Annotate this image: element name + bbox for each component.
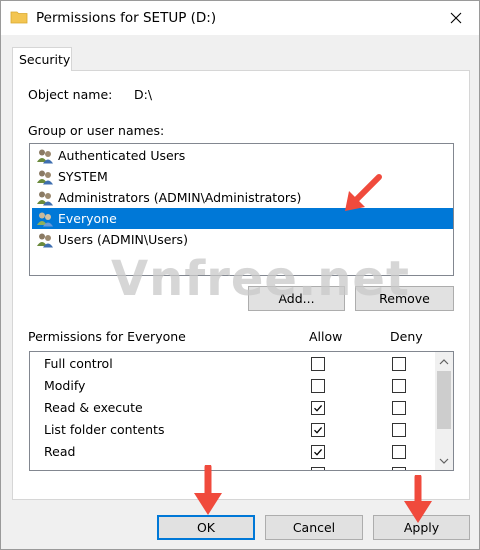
permission-row: List folder contents: [30, 419, 434, 441]
cancel-button[interactable]: Cancel: [265, 515, 363, 540]
allow-checkbox[interactable]: [311, 467, 325, 470]
list-item[interactable]: Authenticated Users: [32, 145, 453, 166]
group-names-label: Group or user names:: [28, 123, 165, 138]
scroll-up-arrow[interactable]: [435, 353, 453, 370]
scroll-down-arrow[interactable]: [435, 452, 453, 469]
deny-header: Deny: [390, 329, 423, 344]
allow-header: Allow: [309, 329, 343, 344]
allow-checkbox[interactable]: [311, 423, 325, 437]
checkmark-icon: [314, 404, 323, 412]
permission-row: Modify: [30, 375, 434, 397]
permission-name: Modify: [44, 378, 86, 393]
annotation-arrow-icon: [404, 475, 432, 523]
permissions-label: Permissions for Everyone: [28, 329, 186, 344]
deny-checkbox[interactable]: [392, 445, 406, 459]
user-group-icon: [37, 233, 53, 247]
ok-button[interactable]: OK: [157, 515, 255, 540]
user-group-icon: [37, 212, 53, 226]
permission-row: Read & execute: [30, 397, 434, 419]
list-item-selected[interactable]: Everyone: [32, 208, 453, 229]
allow-checkbox[interactable]: [311, 401, 325, 415]
title-bar: Permissions for SETUP (D:): [1, 1, 479, 35]
tab-security[interactable]: Security: [12, 47, 72, 71]
allow-checkbox[interactable]: [311, 445, 325, 459]
permission-name: Read & execute: [44, 400, 143, 415]
permission-name: Read: [44, 444, 76, 459]
user-name: Everyone: [58, 211, 117, 226]
folder-icon: [10, 11, 28, 24]
allow-checkbox[interactable]: [311, 357, 325, 371]
user-group-icon: [37, 149, 53, 163]
user-name: Users (ADMIN\Users): [58, 232, 188, 247]
deny-checkbox[interactable]: [392, 401, 406, 415]
checkmark-icon: [314, 426, 323, 434]
permission-row-partial: [30, 463, 434, 470]
close-button[interactable]: [433, 1, 479, 35]
scroll-thumb[interactable]: [437, 371, 451, 429]
deny-checkbox[interactable]: [392, 379, 406, 393]
user-group-icon: [37, 170, 53, 184]
list-item[interactable]: SYSTEM: [32, 166, 453, 187]
permission-name: List folder contents: [44, 422, 165, 437]
tab-label: Security: [19, 52, 71, 67]
allow-checkbox[interactable]: [311, 379, 325, 393]
permissions-dialog: Permissions for SETUP (D:) Security Obje…: [0, 0, 480, 550]
user-group-icon: [37, 191, 53, 205]
annotation-arrow-icon: [345, 174, 382, 211]
deny-checkbox[interactable]: [392, 467, 406, 470]
deny-checkbox[interactable]: [392, 357, 406, 371]
permission-row: Full control: [30, 353, 434, 375]
permissions-scrollbar[interactable]: [435, 352, 453, 470]
object-name-value: D:\: [134, 87, 153, 102]
permission-name: Full control: [44, 356, 113, 371]
list-item[interactable]: Users (ADMIN\Users): [32, 229, 453, 250]
user-name: Authenticated Users: [58, 148, 186, 163]
list-item[interactable]: Administrators (ADMIN\Administrators): [32, 187, 453, 208]
watermark: Vnfree.net: [111, 251, 410, 307]
object-name-label: Object name:: [28, 87, 113, 102]
user-name: SYSTEM: [58, 169, 108, 184]
window-title: Permissions for SETUP (D:): [36, 10, 217, 26]
chevron-up-icon: [439, 358, 449, 364]
checkmark-icon: [314, 448, 323, 456]
annotation-arrow-icon: [194, 465, 222, 515]
close-icon: [450, 12, 462, 24]
user-name: Administrators (ADMIN\Administrators): [58, 190, 302, 205]
deny-checkbox[interactable]: [392, 423, 406, 437]
chevron-down-icon: [439, 458, 449, 464]
permission-row: Read: [30, 441, 434, 463]
permissions-list[interactable]: Full control Modify Read & execute List …: [29, 351, 454, 471]
